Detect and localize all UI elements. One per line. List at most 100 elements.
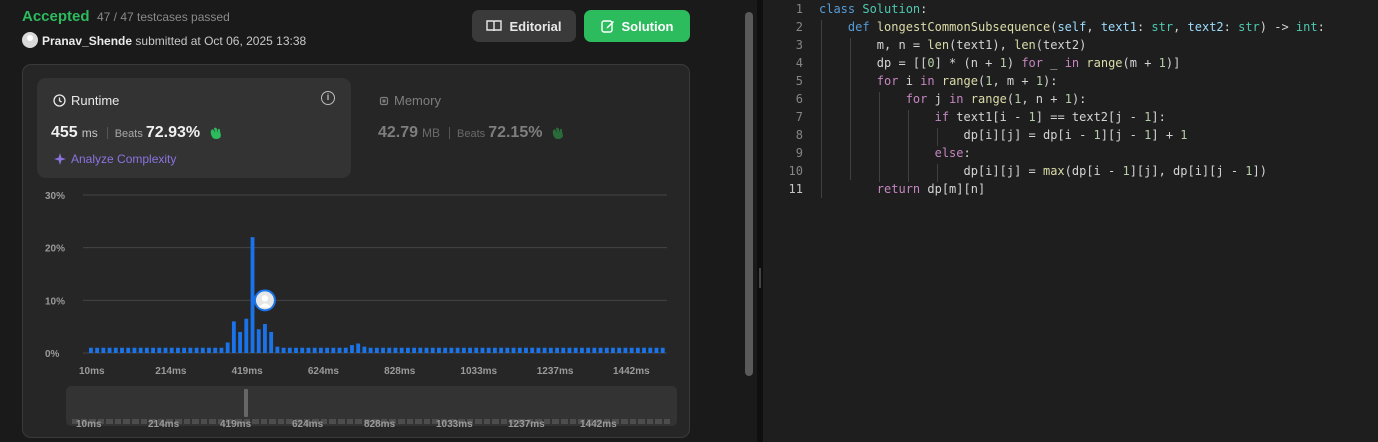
chart-bar[interactable] <box>555 347 559 353</box>
chart-bar[interactable] <box>455 347 460 353</box>
chart-bar[interactable] <box>163 347 168 353</box>
chart-bar[interactable] <box>200 347 205 353</box>
chart-bar[interactable] <box>648 347 653 353</box>
chart-bar[interactable] <box>275 346 280 353</box>
left-scrollbar-thumb[interactable] <box>745 12 753 376</box>
chart-bar[interactable] <box>598 347 603 353</box>
chart-bar[interactable] <box>449 347 454 353</box>
chart-bar[interactable] <box>430 347 435 353</box>
chart-bar[interactable] <box>256 329 261 353</box>
chart-bar[interactable] <box>499 347 504 353</box>
chart-bar[interactable] <box>144 347 149 353</box>
chart-bar[interactable] <box>387 347 392 353</box>
chart-bar[interactable] <box>250 237 255 353</box>
chart-bar[interactable] <box>207 347 211 353</box>
chart-bar[interactable] <box>356 343 361 353</box>
chart-bar[interactable] <box>611 347 615 353</box>
username-link[interactable]: Pranav_Shende <box>42 34 132 48</box>
chart-bar[interactable] <box>536 347 541 353</box>
chart-bar[interactable] <box>480 347 485 353</box>
chart-bar[interactable] <box>629 347 634 353</box>
chart-bar[interactable] <box>281 347 286 353</box>
chart-bar[interactable] <box>231 321 236 353</box>
chart-bar[interactable] <box>157 347 162 353</box>
chart-bar[interactable] <box>182 347 187 353</box>
chart-bar[interactable] <box>592 347 597 353</box>
chart-bar[interactable] <box>113 347 118 353</box>
chart-bar[interactable] <box>660 347 665 353</box>
chart-bar[interactable] <box>604 347 609 353</box>
analyze-complexity-link[interactable]: Analyze Complexity <box>53 152 176 166</box>
chart-bar[interactable] <box>306 347 311 353</box>
memory-tab[interactable]: Memory <box>378 93 441 108</box>
chart-bar[interactable] <box>151 347 156 353</box>
chart-bar[interactable] <box>412 347 417 353</box>
chart-bar[interactable] <box>623 347 628 353</box>
chart-bar[interactable] <box>325 347 330 353</box>
chart-bar[interactable] <box>567 347 572 353</box>
chart-bar[interactable] <box>318 347 323 353</box>
chart-bar[interactable] <box>138 347 143 353</box>
chart-bar[interactable] <box>331 347 336 353</box>
chart-bar[interactable] <box>505 347 510 353</box>
chart-bar[interactable] <box>176 347 180 353</box>
chart-bar[interactable] <box>169 347 174 353</box>
runtime-distribution-chart[interactable]: 30% 20% 10% 0% 10ms 214ms 419ms 624ms 828ms 1033m… <box>23 183 691 383</box>
chart-bar[interactable] <box>443 347 448 353</box>
chart-bar[interactable] <box>579 347 584 353</box>
chart-bar[interactable] <box>132 347 137 353</box>
chart-bar[interactable] <box>107 347 112 353</box>
chart-bar[interactable] <box>461 347 466 353</box>
chart-bar[interactable] <box>225 342 230 353</box>
solution-button[interactable]: Solution <box>584 10 690 42</box>
chart-bar[interactable] <box>642 347 646 353</box>
chart-bar[interactable] <box>548 347 553 353</box>
chart-bar[interactable] <box>101 347 106 353</box>
chart-bar[interactable] <box>213 347 218 353</box>
chart-bar[interactable] <box>337 347 342 353</box>
chart-bar[interactable] <box>312 347 317 353</box>
chart-bar[interactable] <box>393 347 398 353</box>
editorial-button[interactable]: Editorial <box>472 10 576 42</box>
chart-bar[interactable] <box>468 347 472 353</box>
chart-bar[interactable] <box>381 347 385 353</box>
chart-bar[interactable] <box>368 347 373 353</box>
chart-bar[interactable] <box>362 346 367 353</box>
user-avatar[interactable] <box>22 32 38 48</box>
chart-bar[interactable] <box>635 347 640 353</box>
chart-bar[interactable] <box>573 347 578 353</box>
chart-bar[interactable] <box>542 347 547 353</box>
chart-bar[interactable] <box>219 347 224 353</box>
chart-bar[interactable] <box>399 347 404 353</box>
chart-bar[interactable] <box>486 347 491 353</box>
chart-bar[interactable] <box>424 347 429 353</box>
chart-bar[interactable] <box>654 347 659 353</box>
chart-bar[interactable] <box>586 347 591 353</box>
chart-bar[interactable] <box>350 345 354 353</box>
chart-bar[interactable] <box>244 318 249 353</box>
chart-bar[interactable] <box>188 347 193 353</box>
chart-bar[interactable] <box>617 347 622 353</box>
chart-bar[interactable] <box>263 324 267 353</box>
chart-bar[interactable] <box>561 347 566 353</box>
chart-bar[interactable] <box>343 347 348 353</box>
chart-bar[interactable] <box>194 347 199 353</box>
chart-bar[interactable] <box>474 347 479 353</box>
chart-bar[interactable] <box>120 347 124 353</box>
chart-bar[interactable] <box>511 347 516 353</box>
scroller-handle[interactable] <box>244 389 248 417</box>
chart-bar[interactable] <box>517 347 522 353</box>
user-position-marker[interactable] <box>253 289 276 312</box>
chart-bar[interactable] <box>294 347 298 353</box>
chart-bar[interactable] <box>530 347 535 353</box>
info-icon[interactable]: i <box>321 91 335 105</box>
range-scroller[interactable]: 10ms 214ms 419ms 624ms 828ms 1033ms 1237ms 1442… <box>66 386 677 430</box>
chart-bar[interactable] <box>437 347 441 353</box>
divider-grip[interactable] <box>759 268 761 288</box>
chart-bar[interactable] <box>95 347 100 353</box>
code-editor[interactable]: 1 class Solution: 2 def longestCommonSubs… <box>763 0 1378 442</box>
runtime-panel[interactable]: Runtime i 455 ms Beats 72.93% Analyze Compl… <box>37 78 351 178</box>
chart-bar[interactable] <box>374 347 379 353</box>
chart-bar[interactable] <box>524 347 528 353</box>
chart-bar[interactable] <box>418 347 423 353</box>
